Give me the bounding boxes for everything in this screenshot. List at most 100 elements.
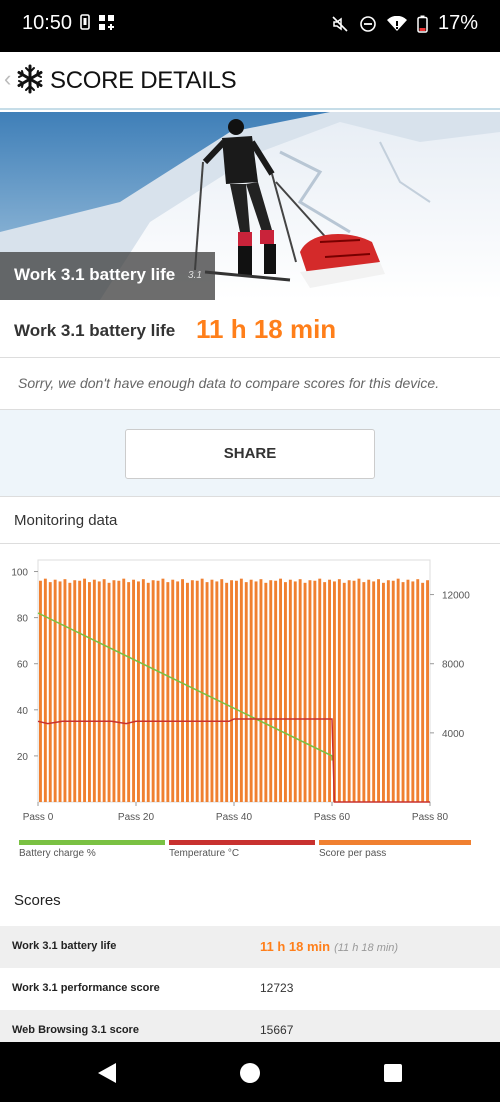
score-bar [176, 581, 180, 802]
score-bar [406, 579, 410, 802]
score-bar [205, 582, 209, 802]
score-bar [337, 579, 341, 802]
result-row: Work 3.1 battery life 11 h 18 min [0, 300, 500, 358]
score-bar [171, 579, 175, 802]
score-bar [117, 580, 121, 802]
score-bar [127, 582, 131, 802]
score-bar [63, 579, 67, 802]
score-bar [352, 580, 356, 802]
score-bar [112, 580, 116, 802]
score-bar [220, 579, 224, 802]
legend-score-swatch [319, 840, 471, 845]
left-tick-label: 80 [17, 614, 29, 625]
hero-caption-title: Work 3.1 battery life [14, 265, 176, 284]
x-tick-label: Pass 80 [412, 812, 449, 823]
score-bar [73, 580, 77, 802]
score-bar [88, 582, 91, 802]
legend-battery-swatch [19, 840, 165, 845]
score-row-value: 15667 [260, 1023, 294, 1037]
legend-score-label: Score per pass [319, 848, 387, 859]
score-bar [166, 582, 170, 802]
sim-icon [80, 14, 90, 30]
score-bar [313, 580, 317, 802]
app-grid-icon [99, 15, 114, 30]
score-bar [230, 580, 233, 802]
home-circle-icon[interactable] [239, 1062, 261, 1084]
score-bar [284, 582, 287, 802]
score-bar [235, 580, 238, 802]
left-tick-label: 40 [17, 706, 29, 717]
page-title: SCORE DETAILS [50, 67, 237, 94]
monitoring-chart: 100 80 60 40 20 12000 8000 4000 Pass 0 Pass 20 Pas… [0, 544, 500, 874]
back-triangle-icon[interactable] [96, 1062, 118, 1084]
comparison-note-text: Sorry, we don't have enough data to comp… [18, 375, 440, 391]
score-bar [122, 578, 126, 802]
score-bar [298, 579, 302, 802]
score-bar [102, 579, 106, 802]
score-bar [279, 578, 282, 802]
right-tick-label: 4000 [442, 729, 465, 740]
left-tick-label: 20 [17, 752, 29, 763]
app-bar: ‹ SCORE DETAILS [0, 52, 500, 110]
hero-version: 3.1 [188, 270, 202, 281]
hero-caption: Work 3.1 battery life 3.1 [0, 252, 215, 300]
result-value: 11 h 18 min [196, 314, 337, 344]
legend-temperature-label: Temperature °C [169, 848, 240, 859]
status-bar: 10:50 17% [0, 0, 500, 52]
score-bar [377, 579, 380, 802]
x-tick-label: Pass 60 [314, 812, 351, 823]
score-bar [249, 579, 253, 802]
monitoring-header: Monitoring data [0, 496, 500, 544]
legend-temperature-swatch [169, 840, 315, 845]
score-bar [318, 578, 322, 802]
score-bar [328, 579, 331, 802]
navigation-bar [0, 1042, 500, 1102]
chart-legend: Battery charge % Temperature °C Score pe… [0, 840, 500, 866]
snowflake-icon [17, 64, 43, 94]
score-bar [78, 580, 82, 802]
score-bar [186, 582, 189, 802]
score-bar [259, 579, 263, 802]
recents-square-icon[interactable] [383, 1063, 403, 1083]
left-tick-label: 60 [17, 660, 29, 671]
legend-battery-label: Battery charge % [19, 848, 96, 859]
score-value-sub: (11 h 18 min) [334, 942, 399, 954]
share-button[interactable]: SHARE [125, 429, 375, 479]
legend-score: Score per pass [319, 840, 471, 859]
comparison-note: Sorry, we don't have enough data to comp… [0, 358, 500, 410]
score-bar [68, 582, 72, 802]
monitoring-chart-svg: 100 80 60 40 20 12000 8000 4000 Pass 0 Pass 20 Pas… [11, 559, 470, 823]
score-bar [288, 579, 292, 802]
score-bar [347, 580, 351, 802]
score-bar [48, 582, 52, 802]
score-bar [382, 582, 385, 802]
score-bar [264, 582, 268, 802]
score-row-value: 11 h 18 min (11 h 18 min) [260, 939, 398, 954]
score-bar [421, 582, 425, 802]
score-bar [362, 582, 366, 802]
score-row-label: Work 3.1 battery life [12, 940, 117, 952]
score-bar [416, 579, 420, 802]
scores-title: Scores [14, 892, 61, 909]
score-bar [303, 582, 307, 802]
score-bar [181, 579, 184, 802]
score-bar [83, 578, 86, 802]
mute-icon [332, 15, 348, 32]
status-time: 10:50 [22, 12, 73, 34]
score-bar [97, 581, 101, 802]
hero-image: Work 3.1 battery life 3.1 [0, 112, 500, 300]
right-tick-label: 12000 [442, 591, 470, 602]
chevron-left-icon[interactable]: ‹ [4, 66, 11, 92]
score-bar [391, 580, 395, 802]
score-bar [200, 578, 204, 802]
score-bar [107, 582, 111, 802]
legend-temperature: Temperature °C [169, 840, 315, 859]
score-bar [92, 579, 96, 802]
score-bar [210, 579, 214, 802]
score-bar [323, 582, 327, 802]
score-row-label: Web Browsing 3.1 score [12, 1024, 139, 1036]
right-tick-label: 8000 [442, 660, 465, 671]
score-bar [254, 581, 258, 802]
left-tick-label: 100 [11, 568, 28, 579]
score-bar [190, 580, 194, 802]
